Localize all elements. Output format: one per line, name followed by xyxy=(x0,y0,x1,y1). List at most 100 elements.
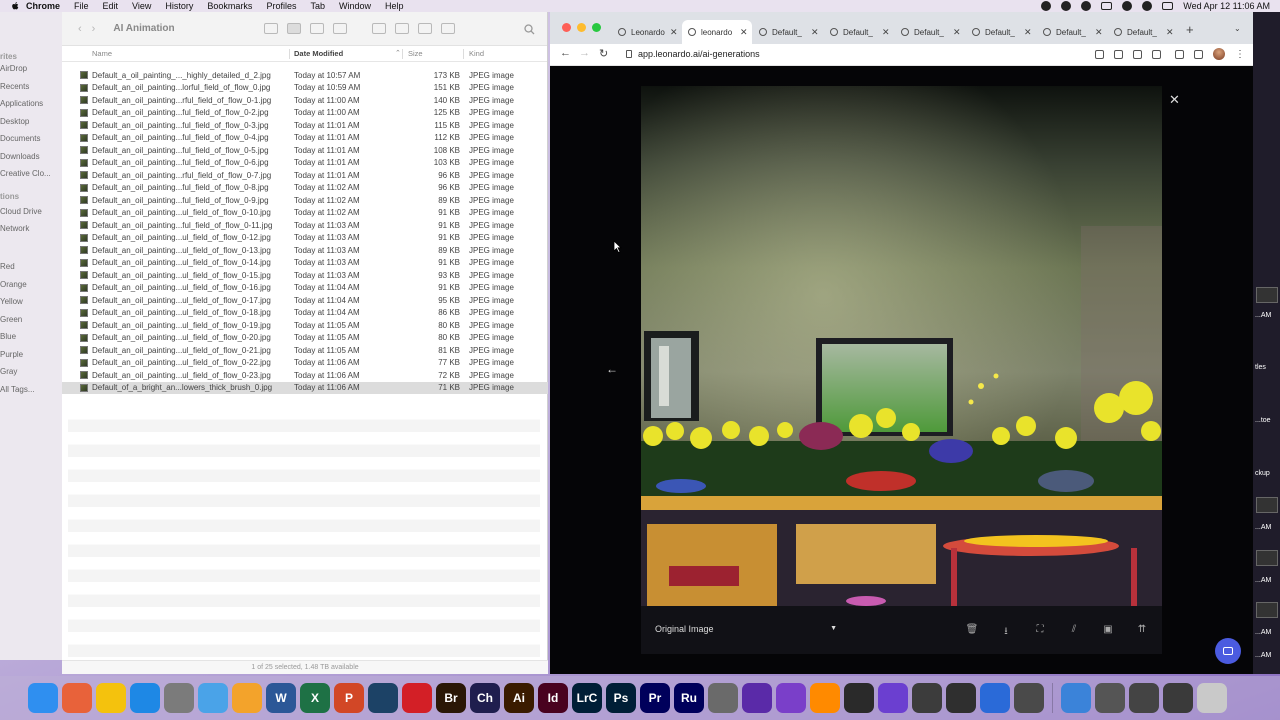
tab-close-icon[interactable]: ✕ xyxy=(740,27,748,38)
icon-view-icon[interactable] xyxy=(264,23,278,34)
column-view-icon[interactable] xyxy=(310,23,324,34)
download-icon[interactable]: ⭳ xyxy=(999,624,1013,638)
sidebar-tag-gray[interactable]: Gray xyxy=(0,367,17,376)
dock-app-affinity-icon[interactable] xyxy=(742,683,772,713)
dock-app-safari-icon[interactable] xyxy=(130,683,160,713)
menu-tab[interactable]: Tab xyxy=(310,1,325,11)
tab-close-icon[interactable]: ✕ xyxy=(1095,27,1103,38)
file-row[interactable]: Default_an_oil_painting...ful_field_of_f… xyxy=(62,157,548,170)
menu-history[interactable]: History xyxy=(165,1,193,11)
file-row[interactable]: Default_an_oil_painting...ful_field_of_f… xyxy=(62,107,548,120)
browser-tab[interactable]: Default_ ✕ xyxy=(1108,20,1178,44)
file-row[interactable]: Default_an_oil_painting...ful_field_of_f… xyxy=(62,194,548,207)
sidebar-tag-yellow[interactable]: Yellow xyxy=(0,297,23,306)
tab-close-icon[interactable]: ✕ xyxy=(1166,27,1174,38)
desktop-file-label[interactable]: ...toe xyxy=(1255,417,1271,424)
desktop-file-thumb[interactable] xyxy=(1256,550,1278,566)
dock-app-stack-3-icon[interactable] xyxy=(1163,683,1193,713)
browser-tab[interactable]: Default_ ✕ xyxy=(895,20,965,44)
gallery-view-icon[interactable] xyxy=(333,23,347,34)
more-icon[interactable] xyxy=(441,23,455,34)
dock-app-system-settings-icon[interactable] xyxy=(164,683,194,713)
sidebar-item-documents[interactable]: Documents xyxy=(0,134,40,143)
side-panel-icon[interactable] xyxy=(1194,49,1203,59)
url-field[interactable]: app.leonardo.ai/ai-generations xyxy=(638,49,760,59)
image-to-image-icon[interactable]: ▣ xyxy=(1101,624,1115,638)
dock-app-word-icon[interactable]: W xyxy=(266,683,296,713)
sidebar-item-icloud-drive[interactable]: Cloud Drive xyxy=(0,207,42,216)
tag-icon[interactable] xyxy=(418,23,432,34)
file-row[interactable]: Default_an_oil_painting...ul_field_of_fl… xyxy=(62,207,548,220)
dock-app-ru-icon[interactable]: Ru xyxy=(674,683,704,713)
browser-tab[interactable]: Default_ ✕ xyxy=(753,20,823,44)
creative-cloud-icon[interactable] xyxy=(1081,1,1092,11)
file-row[interactable]: Default_an_oil_painting...ul_field_of_fl… xyxy=(62,282,548,295)
dock-app-imovie-icon[interactable] xyxy=(878,683,908,713)
fullscreen-icon[interactable]: ⛶ xyxy=(1033,624,1047,638)
file-row[interactable]: Default_an_oil_painting...lorful_field_o… xyxy=(62,82,548,95)
tab-close-icon[interactable]: ✕ xyxy=(953,27,961,38)
sidebar-item-creative-cloud[interactable]: Creative Clo... xyxy=(0,169,51,178)
previous-image-arrow-icon[interactable]: ← xyxy=(606,362,618,376)
sidebar-item-downloads[interactable]: Downloads xyxy=(0,152,40,161)
group-icon[interactable] xyxy=(372,23,386,34)
avatar[interactable] xyxy=(1213,48,1225,60)
zoom-window-button[interactable] xyxy=(592,23,601,32)
dock-app-app-1-icon[interactable] xyxy=(946,683,976,713)
sidebar-item-desktop[interactable]: Desktop xyxy=(0,117,29,126)
sidebar-tag-purple[interactable]: Purple xyxy=(0,350,23,359)
wifi-icon[interactable] xyxy=(1122,1,1133,11)
file-row[interactable]: Default_an_oil_painting...ful_field_of_f… xyxy=(62,132,548,145)
file-row[interactable]: Default_an_oil_painting...rful_field_of_… xyxy=(62,169,548,182)
dock-app-pr-icon[interactable]: Pr xyxy=(640,683,670,713)
zoom-icon[interactable] xyxy=(1114,49,1123,59)
extensions-icon[interactable] xyxy=(1175,49,1184,59)
column-date-modified[interactable]: Date Modified xyxy=(294,49,343,58)
desktop-file-thumb[interactable] xyxy=(1256,287,1278,303)
dock-app-ps-icon[interactable]: Ps xyxy=(606,683,636,713)
bookmark-star-icon[interactable] xyxy=(1152,49,1161,59)
upscale-icon[interactable]: ⇈ xyxy=(1135,624,1149,638)
forward-icon[interactable]: → xyxy=(579,47,590,59)
tab-close-icon[interactable]: ✕ xyxy=(1024,27,1032,38)
menubar-clock[interactable]: Wed Apr 12 11:06 AM xyxy=(1183,1,1270,11)
file-row[interactable]: Default_an_oil_painting...ul_field_of_fl… xyxy=(62,269,548,282)
file-row[interactable]: Default_an_oil_painting...ul_field_of_fl… xyxy=(62,307,548,320)
desktop-file-label[interactable]: ...AM xyxy=(1255,629,1271,636)
menu-bookmarks[interactable]: Bookmarks xyxy=(207,1,252,11)
sidebar-item-airdrop[interactable]: AirDrop xyxy=(0,64,27,73)
dock-app-launchpad-icon[interactable] xyxy=(62,683,92,713)
browser-tab[interactable]: Leonardo ✕ xyxy=(612,20,682,44)
browser-tab[interactable]: leonardo ✕ xyxy=(682,20,752,44)
file-row[interactable]: Default_an_oil_painting...ul_field_of_fl… xyxy=(62,232,548,245)
share-icon[interactable] xyxy=(1133,49,1142,59)
new-tab-button[interactable]: + xyxy=(1186,22,1194,37)
dock-app-bridge-icon[interactable] xyxy=(368,683,398,713)
dock-app-ch-icon[interactable]: Ch xyxy=(470,683,500,713)
search-icon[interactable] xyxy=(1142,1,1153,11)
column-size[interactable]: Size xyxy=(408,49,423,58)
list-view-icon[interactable] xyxy=(287,23,301,34)
file-row[interactable]: Default_an_oil_painting...rful_field_of_… xyxy=(62,94,548,107)
file-row[interactable]: Default_an_oil_painting...ful_field_of_f… xyxy=(62,144,548,157)
file-row[interactable]: Default_a_oil_painting_..._highly_detail… xyxy=(62,69,548,82)
key-icon[interactable] xyxy=(1095,49,1104,59)
tab-search-icon[interactable]: ⌄ xyxy=(1234,24,1241,33)
dock-app-id-icon[interactable]: Id xyxy=(538,683,568,713)
desktop-file-label[interactable]: ...AM xyxy=(1255,524,1271,531)
desktop-file-label[interactable]: ...AM xyxy=(1255,652,1271,659)
sidebar-tag-green[interactable]: Green xyxy=(0,315,22,324)
remove-background-icon[interactable]: ⫽ xyxy=(1067,624,1081,638)
dock-app-final-cut-icon[interactable] xyxy=(844,683,874,713)
browser-tab[interactable]: Default_ ✕ xyxy=(966,20,1036,44)
desktop-file-thumb[interactable] xyxy=(1256,497,1278,513)
sidebar-item-recents[interactable]: Recents xyxy=(0,82,29,91)
tab-close-icon[interactable]: ✕ xyxy=(882,27,890,38)
dock-app-stack-1-icon[interactable] xyxy=(1095,683,1125,713)
dock-app-logic-icon[interactable] xyxy=(776,683,806,713)
dock-app-br-icon[interactable]: Br xyxy=(436,683,466,713)
close-window-button[interactable] xyxy=(562,23,571,32)
dock-app-finder-icon[interactable] xyxy=(28,683,58,713)
dock-app-pages-icon[interactable] xyxy=(232,683,262,713)
menu-profiles[interactable]: Profiles xyxy=(266,1,296,11)
